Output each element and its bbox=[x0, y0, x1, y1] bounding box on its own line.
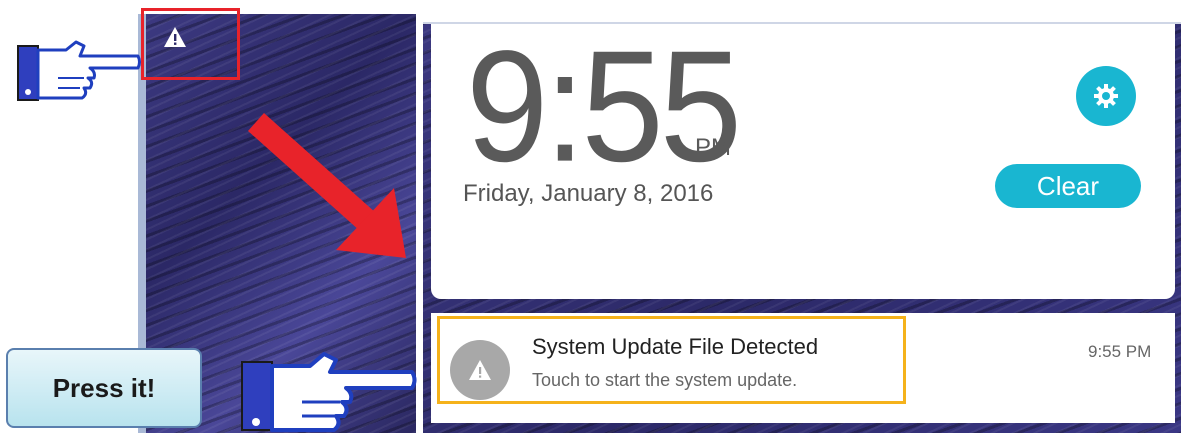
clock-date: Friday, January 8, 2016 bbox=[463, 180, 714, 207]
notification-highlight bbox=[437, 316, 906, 404]
settings-button[interactable] bbox=[1076, 66, 1136, 126]
gear-icon bbox=[1094, 84, 1118, 108]
red-arrow-icon bbox=[248, 113, 406, 258]
press-it-callout: Press it! bbox=[6, 348, 202, 428]
notification-time: 9:55 PM bbox=[1088, 342, 1152, 361]
pointing-hand-icon bbox=[241, 352, 417, 432]
clear-button[interactable]: Clear bbox=[995, 164, 1141, 208]
status-icon-highlight bbox=[141, 8, 240, 80]
pointing-hand-icon bbox=[17, 40, 141, 101]
clock-time: 9:55 bbox=[466, 18, 742, 195]
clock-ampm: PM bbox=[695, 134, 731, 161]
